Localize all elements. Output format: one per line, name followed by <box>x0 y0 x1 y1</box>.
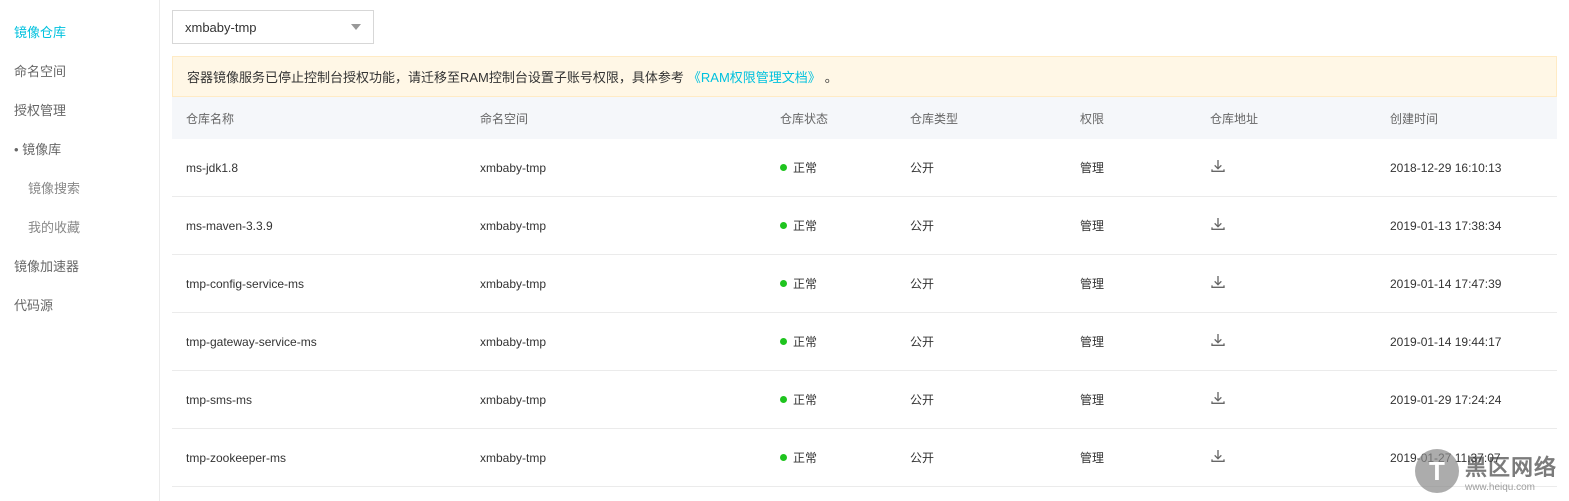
table-row[interactable]: tmp-sms-msxmbaby-tmp正常公开管理 2019-01-29 17:… <box>172 371 1557 429</box>
warning-text-after: 。 <box>825 67 838 86</box>
cell-namespace: xmbaby-tmp <box>466 277 766 291</box>
cell-perm[interactable]: 管理 <box>1066 449 1196 466</box>
sidebar-item-my-fav[interactable]: 我的收藏 <box>0 207 159 246</box>
cell-time: 2018-12-29 16:10:13 <box>1376 161 1557 175</box>
warning-text-before: 容器镜像服务已停止控制台授权功能，请迁移至RAM控制台设置子账号权限，具体参考 <box>187 67 684 86</box>
th-type: 仓库类型 <box>896 110 1066 127</box>
download-icon[interactable] <box>1210 332 1226 348</box>
download-icon[interactable] <box>1210 390 1226 406</box>
cell-namespace: xmbaby-tmp <box>466 335 766 349</box>
namespace-dropdown-value: xmbaby-tmp <box>185 20 257 35</box>
cell-addr[interactable] <box>1196 448 1376 467</box>
cell-namespace: xmbaby-tmp <box>466 219 766 233</box>
table-row[interactable]: ms-jdk1.8xmbaby-tmp正常公开管理 2018-12-29 16:1… <box>172 139 1557 197</box>
th-namespace: 命名空间 <box>466 110 766 127</box>
main-content: xmbaby-tmp 容器镜像服务已停止控制台授权功能，请迁移至RAM控制台设置… <box>160 0 1569 501</box>
cell-name: tmp-gateway-service-ms <box>172 335 466 349</box>
cell-name: ms-jdk1.8 <box>172 161 466 175</box>
table-row[interactable]: tmp-gateway-service-msxmbaby-tmp正常公开管理 20… <box>172 313 1557 371</box>
cell-addr[interactable] <box>1196 158 1376 177</box>
status-dot-icon <box>780 164 787 171</box>
cell-time: 2019-01-14 19:44:17 <box>1376 335 1557 349</box>
th-status: 仓库状态 <box>766 110 896 127</box>
cell-status: 正常 <box>766 391 896 408</box>
cell-time: 2019-01-13 17:38:34 <box>1376 219 1557 233</box>
sidebar-item-image-lib[interactable]: 镜像库 <box>0 129 159 168</box>
cell-status: 正常 <box>766 159 896 176</box>
status-dot-icon <box>780 396 787 403</box>
cell-time: 2019-01-27 11:37:07 <box>1376 451 1557 465</box>
cell-name: tmp-zookeeper-ms <box>172 451 466 465</box>
status-dot-icon <box>780 280 787 287</box>
sidebar-item-accelerator[interactable]: 镜像加速器 <box>0 246 159 285</box>
cell-type: 公开 <box>896 333 1066 350</box>
cell-perm[interactable]: 管理 <box>1066 217 1196 234</box>
cell-time: 2019-01-29 17:24:24 <box>1376 393 1557 407</box>
table-row[interactable]: ms-maven-3.3.9xmbaby-tmp正常公开管理 2019-01-13… <box>172 197 1557 255</box>
status-dot-icon <box>780 338 787 345</box>
cell-status: 正常 <box>766 449 896 466</box>
warning-link[interactable]: 《RAM权限管理文档》 <box>688 67 821 86</box>
cell-perm[interactable]: 管理 <box>1066 159 1196 176</box>
th-name: 仓库名称 <box>172 110 466 127</box>
cell-status: 正常 <box>766 275 896 292</box>
sidebar-item-namespace[interactable]: 命名空间 <box>0 51 159 90</box>
cell-namespace: xmbaby-tmp <box>466 451 766 465</box>
chevron-down-icon <box>351 24 361 30</box>
cell-addr[interactable] <box>1196 390 1376 409</box>
cell-perm[interactable]: 管理 <box>1066 391 1196 408</box>
cell-perm[interactable]: 管理 <box>1066 275 1196 292</box>
cell-status: 正常 <box>766 217 896 234</box>
cell-type: 公开 <box>896 159 1066 176</box>
th-perm: 权限 <box>1066 110 1196 127</box>
sidebar-item-auth[interactable]: 授权管理 <box>0 90 159 129</box>
table-row[interactable]: tmp-config-service-msxmbaby-tmp正常公开管理 201… <box>172 255 1557 313</box>
cell-status: 正常 <box>766 333 896 350</box>
sidebar-item-code-src[interactable]: 代码源 <box>0 285 159 324</box>
cell-addr[interactable] <box>1196 216 1376 235</box>
table-header: 仓库名称 命名空间 仓库状态 仓库类型 权限 仓库地址 创建时间 <box>172 97 1557 139</box>
status-dot-icon <box>780 454 787 461</box>
cell-addr[interactable] <box>1196 332 1376 351</box>
cell-perm[interactable]: 管理 <box>1066 333 1196 350</box>
download-icon[interactable] <box>1210 274 1226 290</box>
cell-time: 2019-01-14 17:47:39 <box>1376 277 1557 291</box>
cell-addr[interactable] <box>1196 274 1376 293</box>
cell-name: ms-maven-3.3.9 <box>172 219 466 233</box>
cell-type: 公开 <box>896 217 1066 234</box>
download-icon[interactable] <box>1210 158 1226 174</box>
download-icon[interactable] <box>1210 216 1226 232</box>
status-dot-icon <box>780 222 787 229</box>
sidebar-item-image-search[interactable]: 镜像搜索 <box>0 168 159 207</box>
cell-namespace: xmbaby-tmp <box>466 161 766 175</box>
cell-type: 公开 <box>896 275 1066 292</box>
cell-type: 公开 <box>896 449 1066 466</box>
table-row[interactable]: tmp-zookeeper-msxmbaby-tmp正常公开管理 2019-01-… <box>172 429 1557 487</box>
th-time: 创建时间 <box>1376 110 1557 127</box>
warning-banner: 容器镜像服务已停止控制台授权功能，请迁移至RAM控制台设置子账号权限，具体参考 … <box>172 56 1557 97</box>
cell-name: tmp-config-service-ms <box>172 277 466 291</box>
repo-table: 仓库名称 命名空间 仓库状态 仓库类型 权限 仓库地址 创建时间 ms-jdk1… <box>172 97 1569 487</box>
th-addr: 仓库地址 <box>1196 110 1376 127</box>
sidebar: 镜像仓库 命名空间 授权管理 镜像库 镜像搜索 我的收藏 镜像加速器 代码源 <box>0 0 160 501</box>
namespace-dropdown[interactable]: xmbaby-tmp <box>172 10 374 44</box>
cell-namespace: xmbaby-tmp <box>466 393 766 407</box>
sidebar-item-image-repo[interactable]: 镜像仓库 <box>0 12 159 51</box>
cell-type: 公开 <box>896 391 1066 408</box>
download-icon[interactable] <box>1210 448 1226 464</box>
cell-name: tmp-sms-ms <box>172 393 466 407</box>
